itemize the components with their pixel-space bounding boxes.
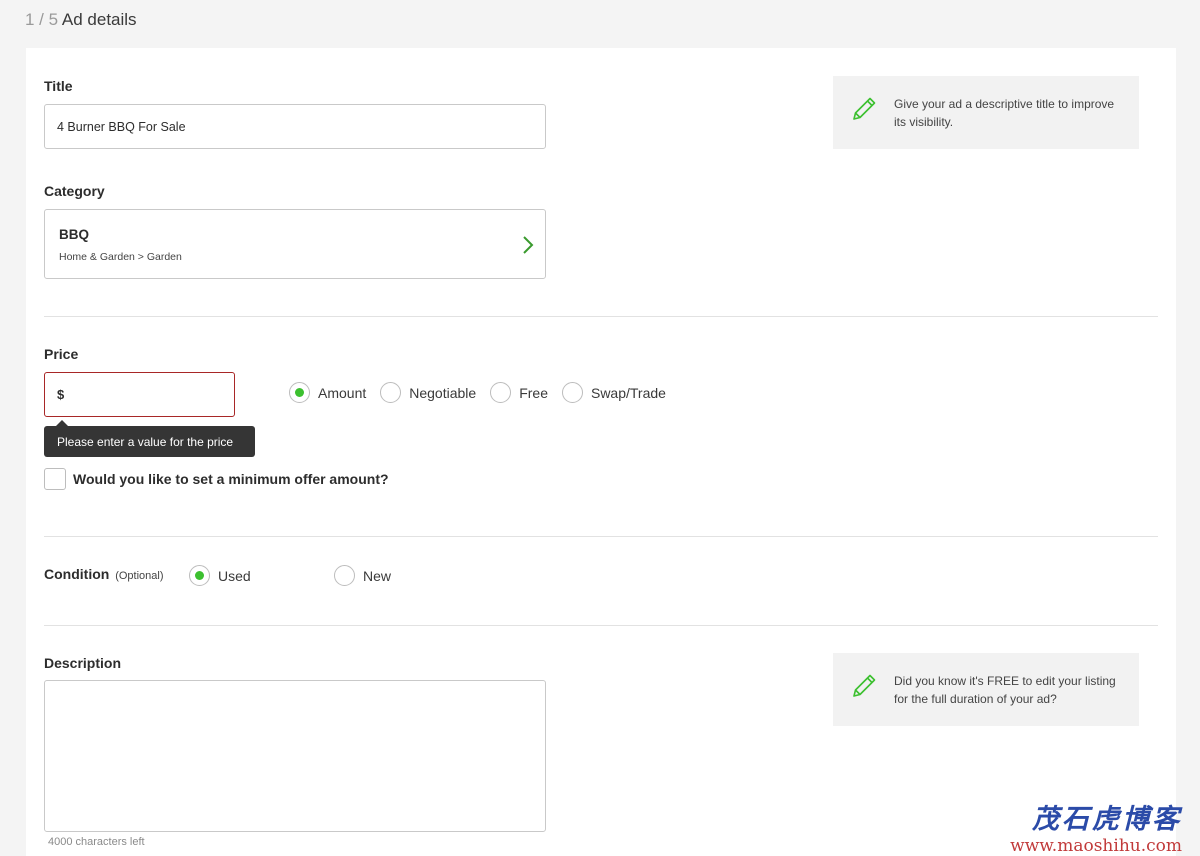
divider (44, 316, 1158, 317)
description-label: Description (44, 655, 122, 671)
title-tip: Give your ad a descriptive title to impr… (833, 76, 1139, 149)
category-selector[interactable]: BBQ Home & Garden > Garden (44, 209, 546, 279)
description-tip: Did you know it's FREE to edit your list… (833, 653, 1139, 726)
page-title: 1 / 5 Ad details (25, 10, 137, 30)
min-offer-checkbox[interactable] (44, 468, 66, 490)
price-type-options: Amount Negotiable Free Swap/Trade (289, 382, 666, 403)
description-textarea[interactable] (44, 680, 546, 832)
description-tip-text: Did you know it's FREE to edit your list… (894, 673, 1116, 706)
condition-option-new[interactable]: New (334, 565, 391, 586)
min-offer-toggle[interactable]: Would you like to set a minimum offer am… (44, 468, 389, 490)
title-tip-text: Give your ad a descriptive title to impr… (894, 96, 1115, 129)
optional-tag: (Optional) (115, 570, 164, 582)
watermark: 茂石虎博客 www.maoshihu.com (1010, 797, 1182, 856)
ad-details-form: Title 4 Burner BBQ For Sale Give your ad… (26, 48, 1176, 856)
condition-label: Condition (Optional) (44, 566, 164, 582)
radio-unchecked (561, 382, 583, 403)
divider (44, 536, 1158, 537)
chevron-right-icon (523, 236, 534, 254)
pencil-icon (853, 97, 876, 120)
title-label: Title (44, 78, 73, 94)
radio-unchecked (490, 382, 512, 403)
price-option-free[interactable]: Free (490, 382, 548, 403)
description-char-counter: 4000 characters left (48, 836, 145, 848)
price-option-negotiable[interactable]: Negotiable (380, 382, 476, 403)
watermark-url: www.maoshihu.com (1010, 836, 1182, 856)
step-count: 1 / 5 (25, 10, 59, 29)
title-input-value: 4 Burner BBQ For Sale (57, 119, 186, 134)
condition-options: Used New (189, 565, 391, 586)
price-option-amount[interactable]: Amount (289, 382, 366, 403)
category-path: Home & Garden > Garden (59, 251, 182, 263)
radio-checked (289, 382, 310, 403)
price-error-tooltip: Please enter a value for the price (44, 420, 255, 457)
watermark-text: 茂石虎博客 (1032, 804, 1182, 835)
price-input[interactable]: $ (44, 372, 235, 417)
price-input-value: $ (57, 387, 65, 402)
min-offer-label: Would you like to set a minimum offer am… (73, 471, 389, 487)
price-option-swap-trade[interactable]: Swap/Trade (561, 382, 666, 403)
condition-option-used[interactable]: Used (189, 565, 334, 586)
category-label: Category (44, 183, 105, 199)
radio-unchecked (380, 382, 402, 403)
radio-checked (189, 565, 210, 586)
radio-unchecked (334, 565, 355, 586)
divider (44, 625, 1158, 626)
title-input[interactable]: 4 Burner BBQ For Sale (44, 104, 546, 149)
category-name: BBQ (59, 227, 89, 242)
pencil-icon (853, 674, 876, 697)
price-label: Price (44, 346, 79, 362)
step-title: Ad details (61, 10, 137, 29)
